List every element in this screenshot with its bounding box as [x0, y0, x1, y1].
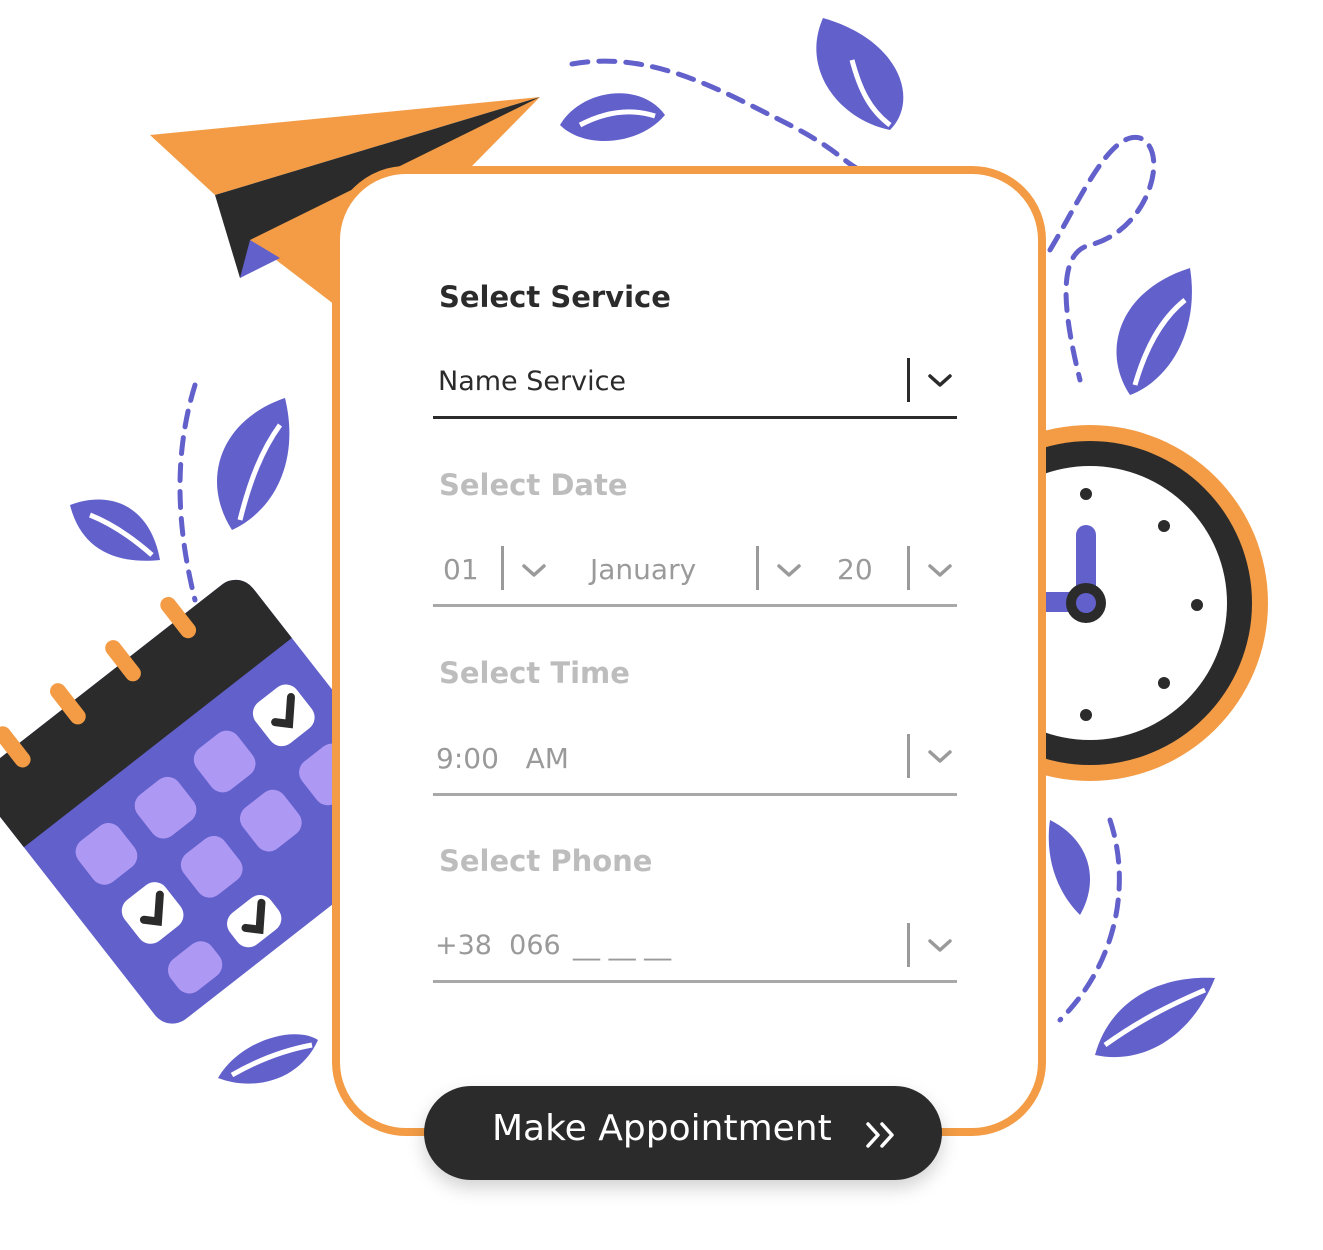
leaf-icon — [217, 398, 290, 530]
chevron-down-icon — [928, 374, 952, 387]
select-time-title: Select Time — [439, 656, 630, 690]
dropdown-separator — [501, 546, 504, 590]
chevron-down-icon — [522, 564, 546, 577]
dropdown-separator — [907, 734, 910, 778]
leaf-icon — [1048, 820, 1090, 915]
chevron-down-icon — [777, 564, 801, 577]
leaf-icon — [1116, 268, 1192, 395]
leaf-icon — [560, 93, 665, 142]
time-value: 9:00 AM — [436, 742, 569, 775]
service-underline — [433, 416, 957, 419]
dropdown-separator — [907, 546, 910, 590]
date-underline — [433, 604, 957, 607]
dropdown-separator — [756, 546, 759, 590]
double-chevron-right-icon — [866, 1122, 894, 1148]
month-value: January — [590, 553, 697, 586]
day-value: 01 — [443, 553, 479, 586]
select-date-title: Select Date — [439, 468, 628, 502]
month-dropdown[interactable]: January — [585, 540, 815, 604]
day-dropdown[interactable]: 01 — [433, 540, 563, 604]
chevron-down-icon — [928, 564, 952, 577]
leaf-icon — [1095, 977, 1215, 1058]
make-appointment-button[interactable]: Make Appointment — [424, 1086, 942, 1180]
phone-prefix: +38 066 — [435, 930, 561, 961]
select-phone-title: Select Phone — [439, 844, 653, 878]
time-underline — [433, 793, 957, 796]
chevron-down-icon — [928, 750, 952, 763]
dashed-left-path — [177, 382, 198, 603]
year-dropdown[interactable]: 20 — [830, 540, 957, 604]
chevron-down-icon[interactable] — [926, 937, 954, 955]
service-value: Name Service — [438, 366, 627, 397]
time-dropdown[interactable]: 9:00 AM — [433, 728, 957, 792]
service-dropdown[interactable]: Name Service — [433, 350, 957, 420]
year-value: 20 — [837, 553, 873, 586]
phone-underline — [433, 980, 957, 983]
leaf-icon — [218, 1034, 318, 1084]
leaf-icon — [70, 499, 160, 561]
phone-input[interactable]: +38 066 __ __ __ — [433, 915, 957, 979]
dropdown-separator — [907, 923, 910, 967]
phone-mask: __ __ __ — [573, 930, 672, 961]
dropdown-separator — [907, 358, 910, 402]
leaf-icon — [816, 18, 904, 130]
make-appointment-label: Make Appointment — [492, 1108, 832, 1149]
select-service-title: Select Service — [439, 280, 671, 314]
